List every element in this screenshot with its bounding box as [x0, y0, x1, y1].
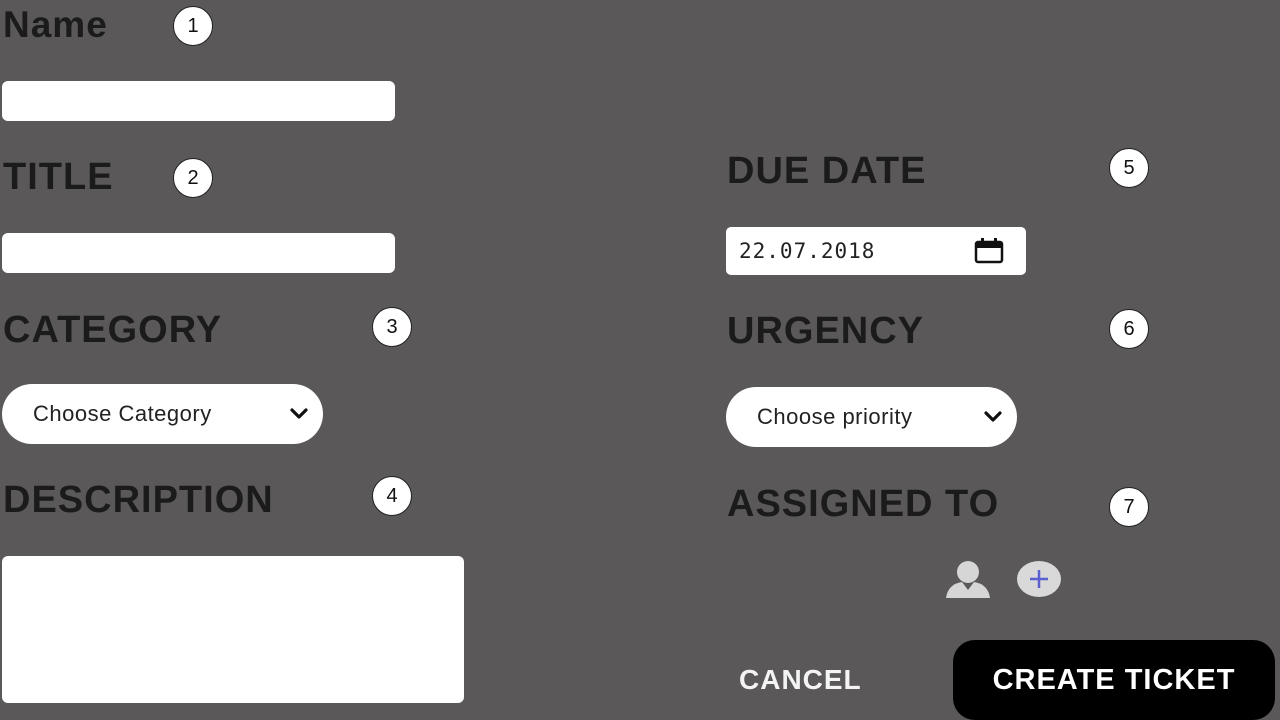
description-label: DESCRIPTION [3, 479, 274, 521]
due-date-step-marker: 5 [1109, 148, 1149, 188]
description-step-marker: 4 [372, 476, 412, 516]
category-step-marker: 3 [372, 307, 412, 347]
urgency-step-marker: 6 [1109, 309, 1149, 349]
cancel-button[interactable]: CANCEL [739, 664, 862, 696]
add-circle-icon[interactable] [1016, 558, 1062, 600]
create-ticket-button[interactable]: CREATE TICKET [953, 640, 1275, 720]
urgency-select[interactable]: Choose priority [726, 387, 1017, 447]
name-input[interactable] [2, 81, 395, 121]
urgency-label: URGENCY [727, 310, 925, 352]
assigned-to-step-marker: 7 [1109, 487, 1149, 527]
user-avatar-icon[interactable] [944, 556, 992, 600]
category-select[interactable]: Choose Category [2, 384, 323, 444]
chevron-down-icon [984, 411, 1002, 422]
due-date-label: DUE DATE [727, 150, 927, 192]
chevron-down-icon [290, 408, 308, 419]
name-step-marker: 1 [173, 6, 213, 46]
name-label: Name [3, 4, 108, 45]
calendar-icon[interactable] [974, 238, 1004, 264]
title-input[interactable] [2, 233, 395, 273]
due-date-input[interactable]: 22.07.2018 [726, 227, 1026, 275]
description-textarea[interactable] [2, 556, 464, 703]
title-label: TITLE [3, 156, 114, 198]
category-label: CATEGORY [3, 309, 223, 351]
urgency-select-value: Choose priority [757, 404, 913, 429]
title-step-marker: 2 [173, 158, 213, 198]
due-date-value: 22.07.2018 [739, 239, 876, 263]
category-select-value: Choose Category [33, 401, 212, 426]
assigned-to-label: ASSIGNED TO [727, 483, 1000, 525]
